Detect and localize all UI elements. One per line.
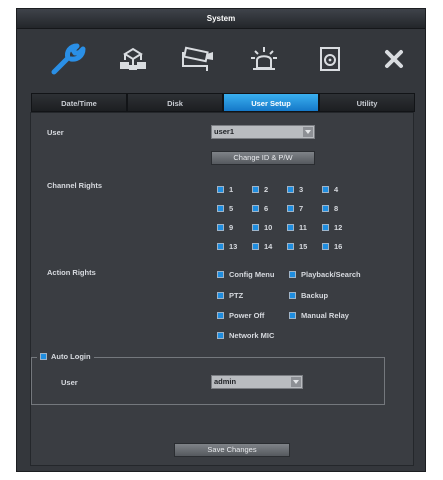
user-select-value: user1 <box>214 127 235 136</box>
window-title: System <box>17 9 425 29</box>
checkbox-checked-icon <box>289 292 296 299</box>
channel-checkbox[interactable]: 6 <box>252 204 268 213</box>
checkbox-checked-icon <box>287 224 294 231</box>
checkbox-checked-icon <box>217 205 224 212</box>
channel-checkbox[interactable]: 16 <box>322 242 342 251</box>
settings-tabs: Date/Time Disk User Setup Utility <box>31 93 415 112</box>
network-icon[interactable] <box>109 36 157 82</box>
checkbox-checked-icon <box>40 353 47 360</box>
channel-checkbox[interactable]: 5 <box>217 204 233 213</box>
channel-checkbox[interactable]: 2 <box>252 185 268 194</box>
channel-checkbox[interactable]: 15 <box>287 242 307 251</box>
save-changes-button[interactable]: Save Changes <box>174 443 290 457</box>
checkbox-checked-icon <box>217 312 224 319</box>
checkbox-checked-icon <box>217 186 224 193</box>
user-label: User <box>47 128 64 137</box>
checkbox-checked-icon <box>217 332 224 339</box>
channel-checkbox[interactable]: 7 <box>287 204 303 213</box>
user-setup-panel <box>30 112 414 466</box>
checkbox-checked-icon <box>217 243 224 250</box>
checkbox-checked-icon <box>322 243 329 250</box>
action-checkbox-config-menu[interactable]: Config Menu <box>217 270 274 279</box>
chevron-down-icon <box>291 377 301 387</box>
channel-checkbox[interactable]: 1 <box>217 185 233 194</box>
action-checkbox-network-mic[interactable]: Network MIC <box>217 331 274 340</box>
action-rights-label: Action Rights <box>47 268 96 277</box>
wrench-icon[interactable] <box>44 36 92 82</box>
checkbox-checked-icon <box>287 186 294 193</box>
category-toolbar <box>21 30 421 86</box>
action-checkbox-ptz[interactable]: PTZ <box>217 291 243 300</box>
channel-checkbox[interactable]: 10 <box>252 223 272 232</box>
checkbox-checked-icon <box>217 292 224 299</box>
checkbox-checked-icon <box>252 243 259 250</box>
auto-login-user-select[interactable]: admin <box>211 375 303 389</box>
auto-login-group: Auto Login <box>31 352 385 405</box>
auto-login-user-value: admin <box>214 377 237 386</box>
tab-utility[interactable]: Utility <box>319 93 415 112</box>
checkbox-checked-icon <box>217 224 224 231</box>
checkbox-checked-icon <box>322 205 329 212</box>
checkbox-checked-icon <box>322 186 329 193</box>
action-checkbox-playback-search[interactable]: Playback/Search <box>289 270 361 279</box>
channel-checkbox[interactable]: 9 <box>217 223 233 232</box>
checkbox-checked-icon <box>252 205 259 212</box>
channel-rights-label: Channel Rights <box>47 181 103 190</box>
action-checkbox-backup[interactable]: Backup <box>289 291 328 300</box>
checkbox-checked-icon <box>289 312 296 319</box>
chevron-down-icon <box>303 127 313 137</box>
channel-checkbox[interactable]: 4 <box>322 185 338 194</box>
channel-checkbox[interactable]: 12 <box>322 223 342 232</box>
checkbox-checked-icon <box>287 205 294 212</box>
checkbox-checked-icon <box>289 271 296 278</box>
close-icon[interactable] <box>370 36 418 82</box>
alarm-icon[interactable] <box>240 36 288 82</box>
channel-checkbox[interactable]: 8 <box>322 204 338 213</box>
checkbox-checked-icon <box>217 271 224 278</box>
disk-icon[interactable] <box>306 36 354 82</box>
channel-checkbox[interactable]: 14 <box>252 242 272 251</box>
action-checkbox-manual-relay[interactable]: Manual Relay <box>289 311 349 320</box>
tab-user-setup[interactable]: User Setup <box>223 93 319 112</box>
tab-disk[interactable]: Disk <box>127 93 223 112</box>
tab-date-time[interactable]: Date/Time <box>31 93 127 112</box>
channel-checkbox[interactable]: 3 <box>287 185 303 194</box>
action-checkbox-power-off[interactable]: Power Off <box>217 311 264 320</box>
checkbox-checked-icon <box>287 243 294 250</box>
channel-checkbox[interactable]: 11 <box>287 223 307 232</box>
checkbox-checked-icon <box>322 224 329 231</box>
user-select[interactable]: user1 <box>211 125 315 139</box>
checkbox-checked-icon <box>252 224 259 231</box>
change-id-pw-button[interactable]: Change ID & P/W <box>211 151 315 165</box>
auto-login-user-label: User <box>61 378 78 387</box>
camera-icon[interactable] <box>174 36 222 82</box>
channel-checkbox[interactable]: 13 <box>217 242 237 251</box>
auto-login-checkbox[interactable]: Auto Login <box>37 352 94 361</box>
checkbox-checked-icon <box>252 186 259 193</box>
